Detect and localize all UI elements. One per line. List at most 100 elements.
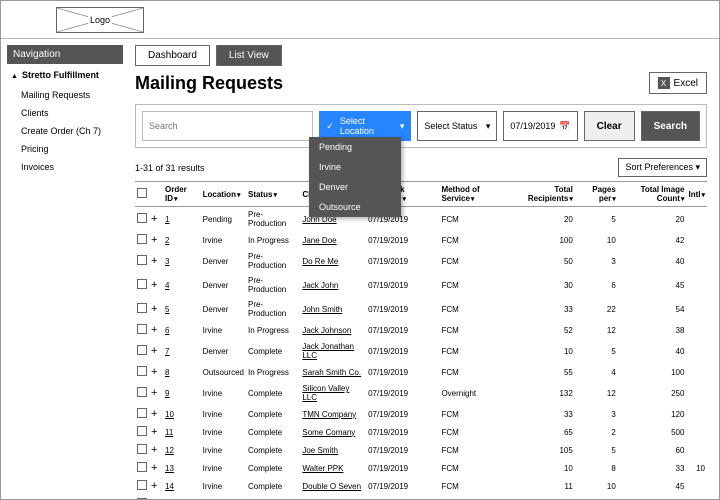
client-link[interactable]: Silicon Valley LLC [300, 381, 366, 405]
expand-icon[interactable]: + [151, 444, 157, 456]
tab-dashboard[interactable]: Dashboard [135, 45, 210, 66]
expand-icon[interactable]: + [151, 387, 157, 399]
expand-icon[interactable]: + [151, 462, 157, 474]
nav-group[interactable]: Stretto Fulfillment [7, 64, 123, 86]
expand-icon[interactable]: + [151, 366, 157, 378]
clear-button[interactable]: Clear [584, 111, 635, 141]
nav-item-0[interactable]: Mailing Requests [7, 86, 123, 104]
row-checkbox[interactable] [137, 387, 147, 397]
order-id[interactable]: 7 [163, 339, 201, 363]
cell-recipients: 100 [509, 231, 575, 249]
page-title: Mailing Requests [135, 73, 283, 94]
expand-icon[interactable]: + [151, 234, 157, 246]
search-input[interactable] [142, 111, 313, 141]
client-link[interactable]: Jane Doe [300, 231, 366, 249]
row-checkbox[interactable] [137, 498, 147, 499]
expand-icon[interactable]: + [151, 408, 157, 420]
search-button[interactable]: Search [641, 111, 700, 141]
cell-mos: FCM [439, 441, 509, 459]
nav-item-4[interactable]: Invoices [7, 158, 123, 176]
order-id[interactable]: 1 [163, 207, 201, 232]
col-header[interactable]: Method of Service [439, 182, 509, 207]
client-link[interactable]: Sarah Smith Co. [300, 363, 366, 381]
client-link[interactable]: TMN Company [300, 405, 366, 423]
client-link[interactable]: Do Re Me [300, 249, 366, 273]
col-header[interactable]: Order ID [163, 182, 201, 207]
nav-item-3[interactable]: Pricing [7, 140, 123, 158]
status-select[interactable]: Select Status [417, 111, 497, 141]
cell-image-count: 20 [618, 495, 687, 499]
client-link[interactable]: Walter PPK [300, 459, 366, 477]
row-checkbox[interactable] [137, 324, 147, 334]
client-link[interactable]: Jack John [300, 273, 366, 297]
cell-recipients: 20 [509, 207, 575, 232]
order-id[interactable]: 11 [163, 423, 201, 441]
expand-icon[interactable]: + [151, 345, 157, 357]
location-option[interactable]: Denver [309, 177, 401, 197]
row-checkbox[interactable] [137, 345, 147, 355]
expand-icon[interactable]: + [151, 255, 157, 267]
expand-icon[interactable]: + [151, 279, 157, 291]
row-checkbox[interactable] [137, 444, 147, 454]
expand-icon[interactable]: + [151, 498, 157, 499]
order-id[interactable]: 4 [163, 273, 201, 297]
row-checkbox[interactable] [137, 426, 147, 436]
location-option[interactable]: Pending [309, 137, 401, 157]
cell-mos: FCM [439, 339, 509, 363]
order-id[interactable]: 2 [163, 231, 201, 249]
col-header[interactable]: Location [201, 182, 246, 207]
expand-icon[interactable]: + [151, 324, 157, 336]
cell-location: Irvine [201, 441, 246, 459]
nav-item-1[interactable]: Clients [7, 104, 123, 122]
select-all-checkbox[interactable] [137, 188, 147, 198]
tab-list-view[interactable]: List View [216, 45, 282, 66]
client-link[interactable]: Jack Johnson [300, 321, 366, 339]
row-checkbox[interactable] [137, 480, 147, 490]
cell-mos: FCM [439, 459, 509, 477]
col-header[interactable]: Intl [686, 182, 707, 207]
order-id[interactable]: 9 [163, 381, 201, 405]
location-option[interactable]: Irvine [309, 157, 401, 177]
tabs: Dashboard List View [135, 45, 707, 66]
cell-intl [686, 249, 707, 273]
order-id[interactable]: 15 [163, 495, 201, 499]
client-link[interactable]: Joe Smith [300, 441, 366, 459]
order-id[interactable]: 13 [163, 459, 201, 477]
client-link[interactable]: Double O Seven [300, 477, 366, 495]
client-link[interactable]: Joshua Koh Inc [300, 495, 366, 499]
order-id[interactable]: 3 [163, 249, 201, 273]
col-header[interactable]: Total Recipients [509, 182, 575, 207]
cell-recipients: 55 [509, 363, 575, 381]
col-header[interactable]: Pages per [575, 182, 618, 207]
row-checkbox[interactable] [137, 213, 147, 223]
col-header[interactable]: Total Image Count [618, 182, 687, 207]
client-link[interactable]: John Smith [300, 297, 366, 321]
row-checkbox[interactable] [137, 366, 147, 376]
row-checkbox[interactable] [137, 255, 147, 265]
client-link[interactable]: Some Comany [300, 423, 366, 441]
row-checkbox[interactable] [137, 462, 147, 472]
order-id[interactable]: 14 [163, 477, 201, 495]
excel-button[interactable]: Excel [649, 72, 707, 94]
expand-icon[interactable]: + [151, 426, 157, 438]
order-id[interactable]: 6 [163, 321, 201, 339]
col-header[interactable]: Status [246, 182, 300, 207]
expand-icon[interactable]: + [151, 213, 157, 225]
cell-location: Irvine [201, 477, 246, 495]
location-option[interactable]: Outsource [309, 197, 401, 217]
row-checkbox[interactable] [137, 408, 147, 418]
expand-icon[interactable]: + [151, 480, 157, 492]
date-input[interactable]: 07/19/2019 [503, 111, 577, 141]
expand-icon[interactable]: + [151, 303, 157, 315]
row-checkbox[interactable] [137, 279, 147, 289]
order-id[interactable]: 5 [163, 297, 201, 321]
row-checkbox[interactable] [137, 234, 147, 244]
client-link[interactable]: Jack Jonathan LLC [300, 339, 366, 363]
cell-intl [686, 339, 707, 363]
order-id[interactable]: 8 [163, 363, 201, 381]
sort-preferences-button[interactable]: Sort Preferences [618, 158, 707, 177]
order-id[interactable]: 10 [163, 405, 201, 423]
order-id[interactable]: 12 [163, 441, 201, 459]
row-checkbox[interactable] [137, 303, 147, 313]
nav-item-2[interactable]: Create Order (Ch 7) [7, 122, 123, 140]
